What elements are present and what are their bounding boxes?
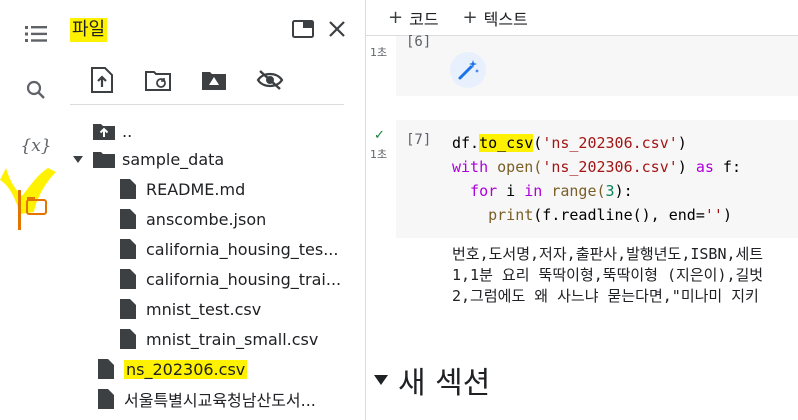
code-token: 'ns_202306.csv': [542, 158, 678, 176]
table-of-contents-icon[interactable]: [16, 14, 56, 54]
code-token: 3: [605, 182, 615, 200]
tree-item-label: README.md: [146, 179, 246, 199]
plus-icon: +: [462, 7, 478, 28]
chevron-down-icon[interactable]: [374, 375, 388, 385]
cell-7-time: 1초: [370, 148, 388, 161]
file-icon: [116, 207, 140, 231]
section-title: 새 섹션: [398, 366, 491, 401]
left-rail: {x}: [0, 0, 70, 420]
mount-drive-icon[interactable]: [196, 62, 232, 98]
panel-title: 파일: [70, 18, 108, 42]
code-token: print: [452, 206, 534, 224]
tree-item-sample-data[interactable]: sample_data: [70, 144, 224, 174]
cell-7-bracket: [7]: [406, 132, 432, 148]
add-code-label: 코드: [409, 9, 439, 29]
output-line: 2,그럼에도 왜 사느냐 묻는다면,"미나미 지키: [452, 287, 759, 305]
add-code-button[interactable]: + 코드: [388, 6, 439, 30]
close-icon[interactable]: [322, 14, 352, 44]
tree-item-label: sample_data: [122, 149, 225, 169]
tree-item-readme[interactable]: README.md: [116, 174, 245, 204]
open-in-window-icon[interactable]: [288, 14, 318, 44]
code-token: i: [497, 182, 525, 200]
add-text-label: 텍스트: [483, 9, 528, 29]
tree-item-label: anscombe.json: [146, 209, 267, 229]
cell-7-output: 번호,도서명,저자,출판사,발행년도,ISBN,세트 1,1분 요리 뚝딱이형,뚝…: [452, 244, 763, 307]
code-line-4: print(f.readline(), end=''): [452, 203, 732, 227]
code-token: open(: [488, 158, 543, 176]
tree-item-label: ns_202306.csv: [124, 359, 248, 379]
tree-item-anscombe[interactable]: anscombe.json: [116, 204, 266, 234]
hide-files-icon[interactable]: [252, 62, 288, 98]
tree-item-label: california_housing_tes...: [146, 239, 339, 259]
file-icon: [116, 237, 140, 261]
tree-item-label: mnist_train_small.csv: [146, 329, 319, 349]
cell-6-time: 1초: [370, 46, 388, 59]
code-token: f:: [713, 158, 741, 176]
files-panel: 파일 .. sample_data README.md anscombe.jso…: [70, 0, 366, 420]
refresh-folder-icon[interactable]: [140, 62, 176, 98]
file-icon: [116, 327, 140, 351]
code-token: df.: [452, 134, 480, 152]
tree-item-seoul-library[interactable]: 서울특별시교육청남산도서...: [94, 384, 350, 414]
file-icon: [116, 177, 140, 201]
tree-item-label: 서울특별시교육청남산도서...: [124, 391, 316, 410]
code-token: (: [533, 134, 543, 152]
folder-icon[interactable]: [16, 186, 56, 226]
code-token: in: [524, 182, 543, 200]
plus-icon: +: [388, 7, 404, 28]
code-token: ):: [614, 182, 633, 200]
tree-item-label: mnist_test.csv: [146, 299, 262, 319]
upload-icon[interactable]: [84, 62, 120, 98]
run-success-icon: ✓: [374, 128, 385, 143]
output-line: 1,1분 요리 뚝딱이형,뚝딱이형 (지은이),길벗: [452, 266, 764, 284]
generate-magic-icon[interactable]: [450, 52, 486, 88]
add-text-button[interactable]: + 텍스트: [463, 6, 528, 30]
code-line-2: with open('ns_202306.csv') as f:: [452, 155, 741, 179]
folder-icon: [92, 147, 116, 171]
tree-item-ns-csv[interactable]: ns_202306.csv: [94, 354, 248, 384]
code-token: 'ns_202306.csv': [542, 134, 678, 152]
notebook-area: + 코드 + 텍스트 [6] 1초 ✓ 1초 [7] df.to_csv('ns…: [366, 0, 798, 420]
files-toolbar: [84, 62, 288, 98]
tree-item-label: ..: [122, 121, 133, 141]
code-token: for: [452, 182, 498, 200]
chevron-down-icon[interactable]: [70, 147, 86, 171]
code-line-3: for i in range(3):: [452, 179, 633, 203]
file-icon: [94, 387, 118, 411]
toolbar-divider: [70, 104, 344, 105]
output-line: 번호,도서명,저자,출판사,발행년도,ISBN,세트: [452, 245, 764, 263]
section-header[interactable]: 새 섹션: [374, 358, 490, 402]
code-token: range(: [542, 182, 606, 200]
code-token: with: [452, 158, 489, 176]
tree-item-label: california_housing_trai...: [146, 269, 342, 289]
search-icon[interactable]: [16, 70, 56, 110]
code-token: as: [695, 158, 714, 176]
tree-item-mnist-train[interactable]: mnist_train_small.csv: [116, 324, 318, 354]
code-token-highlight: to_csv: [479, 134, 534, 152]
variables-icon[interactable]: {x}: [16, 126, 56, 166]
code-token: ): [677, 134, 687, 152]
code-token: ): [722, 206, 732, 224]
tree-item-california-train[interactable]: california_housing_trai...: [116, 264, 346, 294]
tree-item-parent[interactable]: ..: [92, 116, 132, 146]
code-token: ): [677, 158, 696, 176]
code-token: (f.readline(), end=: [533, 206, 705, 224]
cell-6-bracket: [6]: [406, 34, 432, 50]
code-line-1: df.to_csv('ns_202306.csv'): [452, 131, 687, 155]
file-icon: [116, 297, 140, 321]
code-token: '': [704, 206, 723, 224]
tree-item-mnist-test[interactable]: mnist_test.csv: [116, 294, 261, 324]
file-icon: [94, 357, 118, 381]
folder-up-icon: [92, 119, 116, 143]
file-icon: [116, 267, 140, 291]
tree-item-california-test[interactable]: california_housing_tes...: [116, 234, 346, 264]
